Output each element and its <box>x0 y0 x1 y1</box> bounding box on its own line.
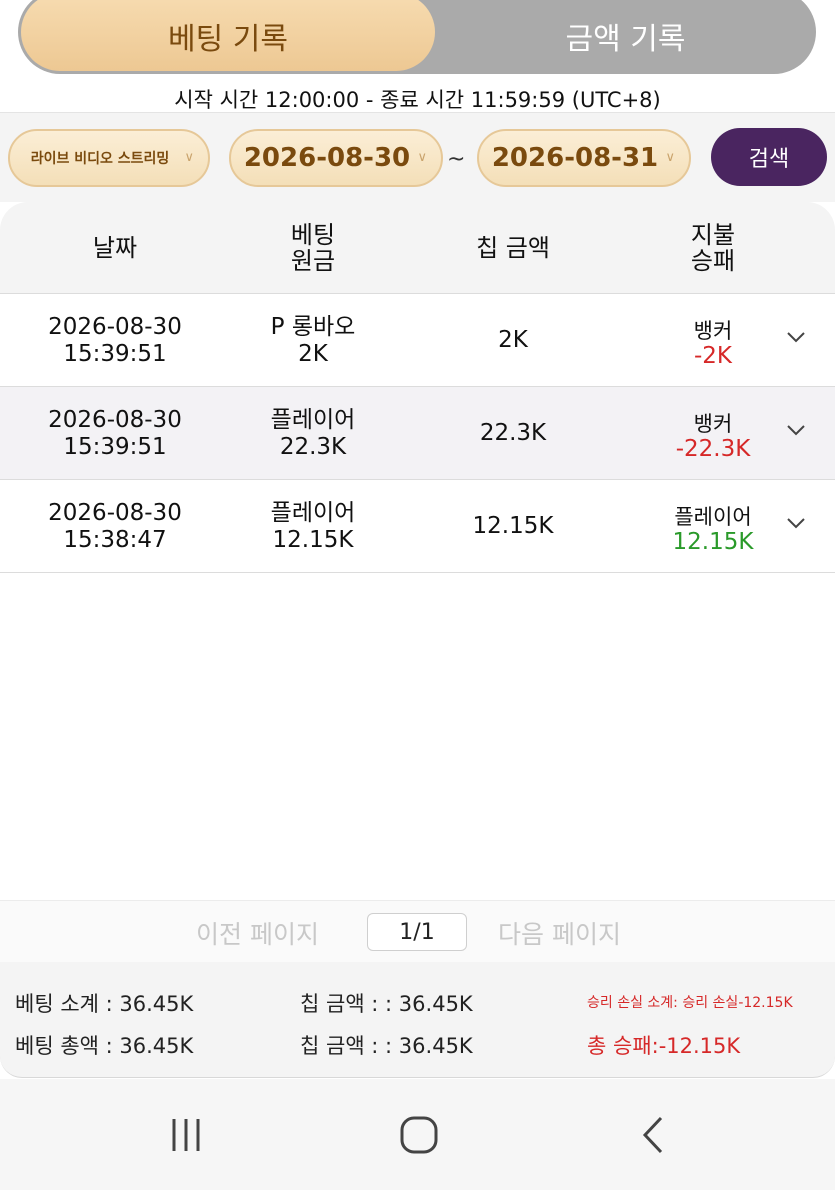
back-icon[interactable] <box>624 1107 684 1163</box>
row-chip: 22.3K <box>479 420 547 446</box>
chevron-down-icon: ∨ <box>665 150 675 165</box>
header-pay-line2: 승패 <box>690 247 736 275</box>
bet-history-table: 날짜 베팅 원금 칩 금액 지불 승패 2026-08-30 15:39:51 … <box>0 202 835 573</box>
page-indicator[interactable]: 1/1 <box>367 913 467 951</box>
chevron-down-icon[interactable] <box>785 512 807 534</box>
tab-amount-history[interactable]: 금액 기록 <box>435 0 816 74</box>
date-from-value: 2026-08-30 <box>243 143 411 173</box>
row-datetime: 2026-08-30 15:39:51 <box>15 387 215 480</box>
time-range-text: 시작 시간 12:00:00 - 종료 시간 11:59:59 (UTC+8) <box>174 88 661 112</box>
header-payout-winloss: 지불 승패 <box>613 202 813 294</box>
tab-bet-history[interactable]: 베팅 기록 <box>21 0 435 71</box>
row-datetime: 2026-08-30 15:38:47 <box>15 480 215 573</box>
row-time: 15:39:51 <box>63 340 167 367</box>
row-datetime: 2026-08-30 15:39:51 <box>15 294 215 387</box>
header-date: 날짜 <box>92 234 138 262</box>
header-pay-line1: 지불 <box>690 221 736 249</box>
row-bet-type: P 롱바오 <box>270 313 356 340</box>
header-bet-line1: 베팅 <box>290 221 336 249</box>
chevron-down-icon: ∨ <box>417 150 427 165</box>
row-result: 뱅커 <box>693 411 733 436</box>
date-to-value: 2026-08-31 <box>491 143 659 173</box>
table-row[interactable]: 2026-08-30 15:39:51 플레이어 22.3K 22.3K 뱅커 … <box>0 387 835 480</box>
row-date: 2026-08-30 <box>48 499 182 526</box>
table-header: 날짜 베팅 원금 칩 금액 지불 승패 <box>0 202 835 294</box>
row-result: 뱅커 <box>693 318 733 343</box>
header-bet-line2: 원금 <box>290 247 336 275</box>
row-bet: P 롱바오 2K <box>213 294 413 387</box>
row-date: 2026-08-30 <box>48 406 182 433</box>
row-time: 15:38:47 <box>63 526 167 553</box>
chevron-down-icon: ∨ <box>184 150 194 165</box>
row-payout: 플레이어 12.15K <box>613 480 813 573</box>
record-tabs: 베팅 기록 금액 기록 <box>18 0 816 74</box>
chip-total: 칩 금액 : : 36.45K <box>300 1034 473 1058</box>
pagination: 이전 페이지 1/1 다음 페이지 <box>0 900 835 962</box>
next-page-button[interactable]: 다음 페이지 <box>498 915 621 951</box>
date-from-select[interactable]: 2026-08-30 ∨ <box>229 129 443 187</box>
row-result: 플레이어 <box>674 504 752 529</box>
table-row[interactable]: 2026-08-30 15:39:51 P 롱바오 2K 2K 뱅커 -2K <box>0 294 835 387</box>
row-payout: 뱅커 -22.3K <box>613 387 813 480</box>
chevron-down-icon[interactable] <box>785 419 807 441</box>
recent-apps-icon[interactable] <box>156 1107 216 1163</box>
search-button[interactable]: 검색 <box>711 128 827 186</box>
row-bet-amount: 22.3K <box>279 433 347 460</box>
home-icon[interactable] <box>389 1107 449 1163</box>
bet-subtotal: 베팅 소계 : 36.45K <box>15 992 194 1016</box>
table-row[interactable]: 2026-08-30 15:38:47 플레이어 12.15K 12.15K 플… <box>0 480 835 573</box>
date-separator: ~ <box>447 147 466 172</box>
row-payout: 뱅커 -2K <box>613 294 813 387</box>
chip-subtotal: 칩 금액 : : 36.45K <box>300 992 473 1016</box>
row-chip: 2K <box>498 327 528 353</box>
row-time: 15:39:51 <box>63 433 167 460</box>
winloss-total: 총 승패:-12.15K <box>587 1034 741 1058</box>
row-bet-amount: 2K <box>298 340 328 367</box>
filter-bar: 라이브 비디오 스트리밍 ∨ 2026-08-30 ∨ ~ 2026-08-31… <box>0 112 835 202</box>
header-chip-amount: 칩 금액 <box>476 234 550 262</box>
row-winloss: -22.3K <box>675 435 751 462</box>
row-date: 2026-08-30 <box>48 313 182 340</box>
chevron-down-icon[interactable] <box>785 326 807 348</box>
date-to-select[interactable]: 2026-08-31 ∨ <box>477 129 691 187</box>
stream-select-value: 라이브 비디오 스트리밍 <box>30 151 170 167</box>
row-bet: 플레이어 12.15K <box>213 480 413 573</box>
prev-page-button[interactable]: 이전 페이지 <box>196 915 319 951</box>
winloss-subtotal: 승리 손실 소계: 승리 손실-12.15K <box>587 995 793 1011</box>
summary-panel: 베팅 소계 : 36.45K 칩 금액 : : 36.45K 승리 손실 소계:… <box>0 962 835 1078</box>
row-winloss: 12.15K <box>672 528 754 555</box>
bet-total: 베팅 총액 : 36.45K <box>15 1034 194 1058</box>
header-bet-principal: 베팅 원금 <box>213 202 413 294</box>
row-chip: 12.15K <box>472 513 554 539</box>
row-bet-amount: 12.15K <box>272 526 354 553</box>
row-bet-type: 플레이어 <box>270 499 356 526</box>
system-navbar <box>0 1079 835 1190</box>
row-bet: 플레이어 22.3K <box>213 387 413 480</box>
row-bet-type: 플레이어 <box>270 406 356 433</box>
stream-select[interactable]: 라이브 비디오 스트리밍 ∨ <box>8 129 210 187</box>
row-winloss: -2K <box>693 342 732 369</box>
